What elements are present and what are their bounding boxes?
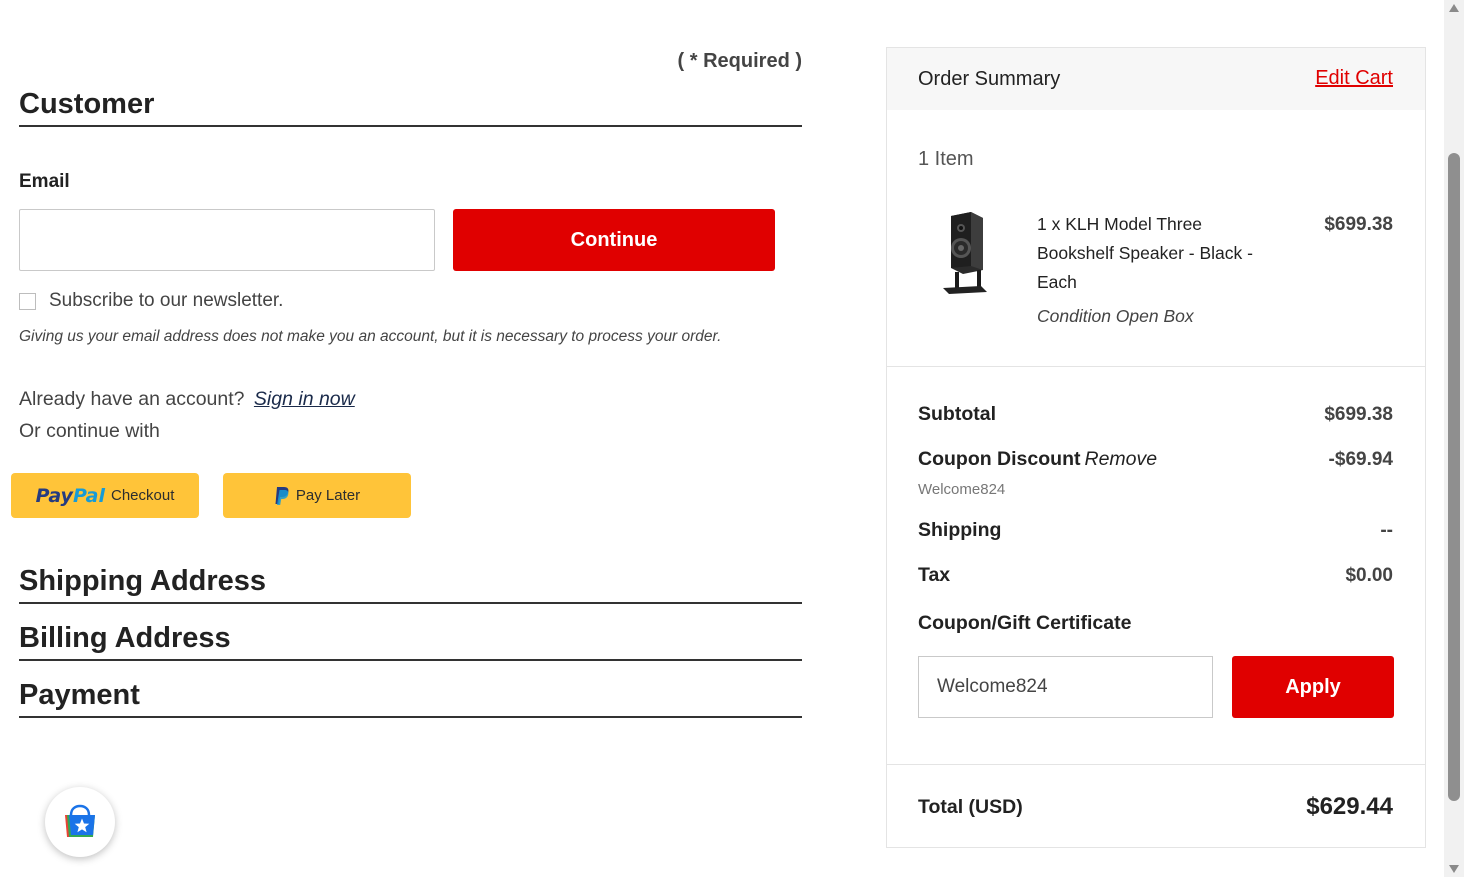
order-summary-header: Order Summary Edit Cart [887,48,1425,110]
speaker-icon [943,212,987,294]
remove-coupon-link[interactable]: Remove [1084,448,1157,470]
paypal-logo: PayPal [36,485,105,507]
pay-later-button[interactable]: Pay Later [223,473,411,518]
paypal-logo-pay: Pay [35,484,73,507]
order-summary-panel: Order Summary Edit Cart 1 Item 1 x KLH M… [886,47,1426,848]
account-prompt: Already have an account? [19,388,245,410]
coupon-discount-row: Coupon Discount Remove [918,448,1157,471]
product-condition: Condition Open Box [1037,306,1194,326]
continue-button[interactable]: Continue [453,209,775,271]
edit-cart-link[interactable]: Edit Cart [1315,67,1393,90]
tax-value: $0.00 [1345,565,1393,586]
coupon-discount-value: -$69.94 [1328,449,1393,470]
shipping-value: -- [1380,520,1393,541]
subtotal-label: Subtotal [918,403,996,425]
paypal-icon [275,486,289,505]
required-note: ( * Required ) [677,50,802,72]
scroll-down-arrow-icon[interactable] [1449,865,1459,873]
product-price: $699.38 [1324,214,1393,235]
subscribe-label[interactable]: Subscribe to our newsletter. [49,290,283,312]
shopping-bag-icon [65,804,95,837]
pay-later-label: Pay Later [295,487,361,504]
account-prompt-row: Already have an account? Sign in now [19,388,355,411]
shopping-bag-app-button[interactable] [45,787,115,857]
paypal-logo-pal: Pal [72,484,105,507]
sign-in-link[interactable]: Sign in now [254,388,355,410]
item-count: 1 Item [918,148,974,170]
summary-divider [887,764,1425,765]
gift-certificate-label: Coupon/Gift Certificate [918,612,1132,634]
subscribe-row[interactable]: Subscribe to our newsletter. [19,290,283,312]
product-name: 1 x KLH Model Three Bookshelf Speaker - … [1037,214,1253,292]
billing-address-heading[interactable]: Billing Address [19,622,802,661]
coupon-discount-label: Coupon Discount [918,448,1081,470]
tax-label: Tax [918,564,951,586]
customer-heading: Customer [19,88,802,127]
email-label: Email [19,171,70,192]
summary-divider [887,366,1425,367]
payment-heading[interactable]: Payment [19,679,802,718]
email-note: Giving us your email address does not ma… [19,328,722,345]
total-label: Total (USD) [918,796,1023,818]
apply-button[interactable]: Apply [1232,656,1394,718]
order-summary-title: Order Summary [918,68,1061,90]
page-scrollbar[interactable] [1444,0,1464,877]
applied-coupon-code: Welcome824 [918,481,1006,498]
paypal-checkout-label: Checkout [111,487,175,504]
shipping-label: Shipping [918,519,1002,541]
paypal-checkout-button[interactable]: PayPal Checkout [11,473,199,518]
newsletter-checkbox[interactable] [19,292,36,310]
subtotal-value: $699.38 [1324,404,1393,425]
scroll-up-arrow-icon[interactable] [1449,4,1459,12]
email-input[interactable] [19,209,435,271]
coupon-input[interactable] [918,656,1213,718]
total-value: $629.44 [1306,793,1393,820]
or-continue-text: Or continue with [19,420,160,442]
shipping-address-heading[interactable]: Shipping Address [19,565,802,604]
scroll-thumb[interactable] [1448,153,1460,801]
